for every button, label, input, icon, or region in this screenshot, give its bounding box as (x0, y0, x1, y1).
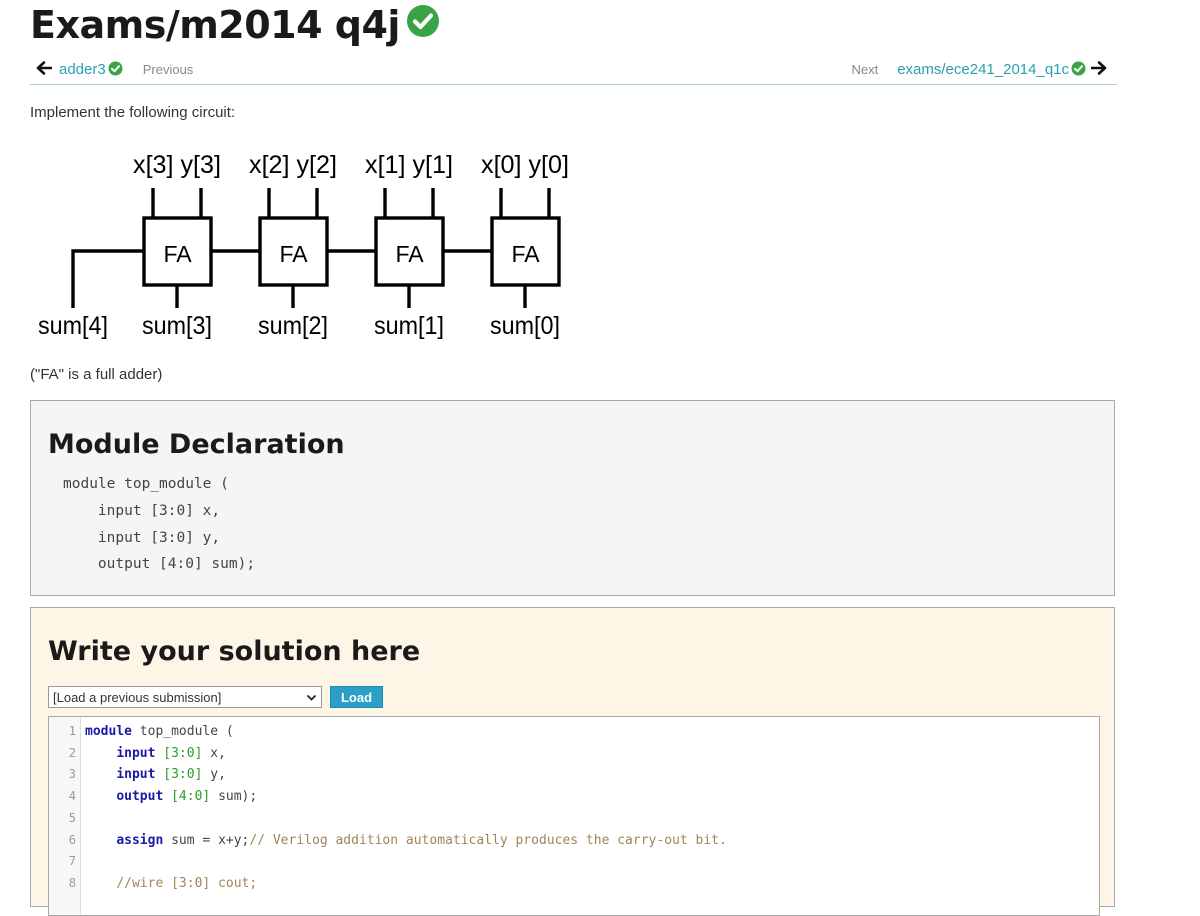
nav-previous: adder3 Previous (36, 59, 193, 80)
circuit-diagram: x[3] y[3] x[2] y[2] x[1] y[1] x[0] y[0] … (38, 151, 569, 340)
line-number: 6 (68, 832, 76, 847)
arrow-right-icon[interactable] (1090, 60, 1107, 79)
output-label-3: sum[3] (142, 312, 212, 340)
fa-note: ("FA" is a full adder) (30, 366, 163, 383)
arrow-left-icon[interactable] (36, 60, 53, 79)
code-keyword: assign (116, 832, 164, 848)
output-label-1: sum[1] (374, 312, 444, 340)
code-line[interactable]: 3 input [3:0] y, (49, 764, 1099, 786)
previous-submission-select[interactable]: [Load a previous submission] (48, 686, 322, 708)
line-code: //wire [3:0] cout; (85, 873, 257, 895)
line-number: 4 (68, 789, 76, 804)
line-code: input [3:0] y, (85, 764, 226, 786)
input-label-2: x[2] y[2] (249, 151, 337, 179)
code-line[interactable]: 1 module top_module ( (49, 721, 1099, 743)
module-declaration-heading: Module Declaration (48, 429, 345, 460)
code-text: sum); (210, 789, 258, 805)
output-label-0: sum[0] (490, 312, 560, 340)
output-label-2: sum[2] (258, 312, 328, 340)
code-line[interactable]: 6 assign sum = x+y;// Verilog addition a… (49, 830, 1099, 852)
output-label-4: sum[4] (38, 312, 108, 340)
next-solved-icon (1071, 61, 1086, 80)
next-label: Next (851, 62, 879, 77)
input-label-1: x[1] y[1] (365, 151, 453, 179)
load-button[interactable]: Load (330, 686, 383, 708)
fa-label: FA (395, 241, 424, 267)
solved-check-icon (406, 0, 440, 50)
code-line[interactable]: 2 input [3:0] x, (49, 743, 1099, 765)
solution-heading: Write your solution here (48, 636, 421, 667)
fa-label: FA (279, 241, 308, 267)
code-editor[interactable]: 1 module top_module (2 input [3:0] x, 3 in… (48, 716, 1100, 916)
input-label-3: x[3] y[3] (133, 151, 221, 179)
line-number: 5 (68, 810, 76, 825)
module-declaration-panel: Module Declaration module top_module ( i… (30, 400, 1115, 596)
carry-wire-out (71, 249, 143, 308)
code-text: top_module ( (131, 724, 234, 739)
code-keyword: output (116, 789, 164, 805)
code-keyword: input (116, 767, 156, 783)
page-title-text: Exams/m2014 q4j (30, 3, 400, 47)
fa-label: FA (511, 241, 540, 267)
previous-label: Previous (142, 62, 194, 77)
line-code: module top_module ( (85, 721, 234, 743)
line-number: 7 (68, 854, 76, 869)
code-number: [4:0] (171, 789, 211, 805)
fa-label: FA (163, 241, 192, 267)
line-number: 1 (68, 724, 76, 738)
previous-submission-value: [Load a previous submission] (53, 689, 222, 705)
code-text: x, (202, 745, 226, 761)
code-comment: //wire [3:0] cout; (116, 875, 258, 891)
line-code: input [3:0] x, (85, 743, 226, 765)
code-keyword: module (85, 724, 132, 739)
module-declaration-code: module top_module ( input [3:0] x, input… (63, 476, 256, 573)
code-comment: // Verilog addition automatically produc… (249, 832, 727, 848)
previous-solved-icon (108, 61, 123, 80)
code-number: [3:0] (163, 767, 203, 783)
code-text: y, (202, 767, 226, 783)
code-line[interactable]: 7 (49, 851, 1099, 873)
code-line[interactable]: 8 //wire [3:0] cout; (49, 873, 1099, 895)
code-keyword: input (116, 745, 156, 761)
problem-intro: Implement the following circuit: (30, 104, 236, 121)
next-problem-link[interactable]: exams/ece241_2014_q1c (897, 61, 1069, 78)
input-label-0: x[0] y[0] (481, 151, 569, 179)
code-line[interactable]: 4 output [4:0] sum); (49, 786, 1099, 808)
previous-problem-link[interactable]: adder3 (59, 61, 106, 78)
submission-controls: [Load a previous submission] Load (48, 686, 383, 708)
code-text: sum = x+y; (163, 832, 250, 848)
line-number: 3 (68, 767, 76, 782)
code-number: [3:0] (163, 745, 203, 761)
line-code: output [4:0] sum); (85, 786, 257, 808)
line-code: assign sum = x+y;// Verilog addition aut… (85, 830, 727, 852)
nav-next: Next exams/ece241_2014_q1c (851, 59, 1107, 80)
solution-panel: Write your solution here [Load a previou… (30, 607, 1115, 916)
code-line[interactable]: 5 (49, 808, 1099, 830)
chevron-down-icon (306, 690, 317, 705)
page-title: Exams/m2014 q4j (30, 0, 440, 50)
line-number: 2 (68, 745, 76, 760)
line-number: 8 (68, 875, 76, 890)
problem-navigation: adder3 Previous Next exams/ece241_2014_q… (30, 56, 1117, 85)
